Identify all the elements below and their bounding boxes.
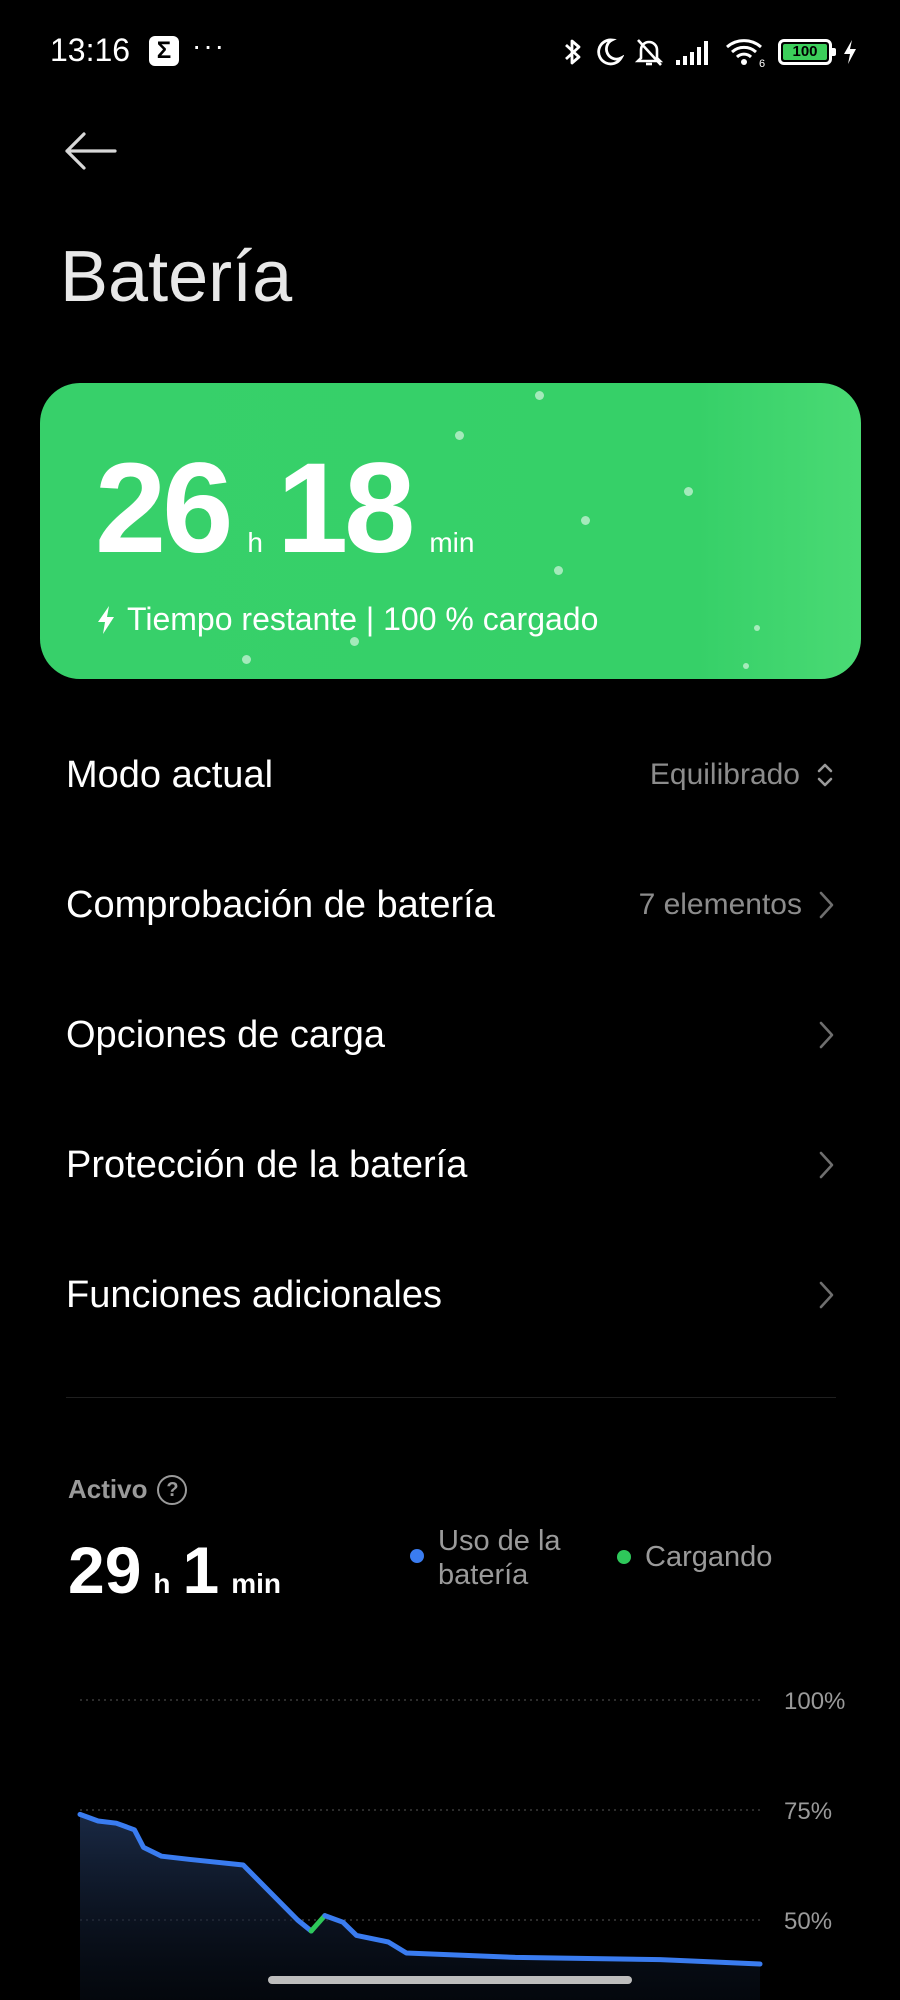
more-notifications-icon: ···: [192, 30, 226, 61]
bluetooth-icon: [565, 39, 581, 65]
battery-usage-chart: 100% 75% 50%: [77, 1688, 845, 2000]
menu-item-charging-options[interactable]: Opciones de carga: [66, 970, 836, 1100]
chevron-right-icon: [819, 891, 834, 919]
legend-label-charging: Cargando: [645, 1541, 773, 1573]
active-label: Activo ?: [68, 1474, 188, 1505]
y-tick-label: 50%: [784, 1908, 832, 1935]
status-icons: 6 100: [562, 30, 858, 74]
chevron-right-icon: [819, 1281, 834, 1309]
legend-label-line1: Uso de la: [438, 1525, 561, 1557]
active-time: 29 h 1 min: [68, 1532, 293, 1608]
menu-item-label: Comprobación de batería: [66, 883, 495, 926]
menu-item-battery-check[interactable]: Comprobación de batería 7 elementos: [66, 840, 836, 970]
active-label-text: Activo: [68, 1474, 148, 1504]
menu-item-label: Opciones de carga: [66, 1013, 385, 1056]
legend-swatch-charging: [617, 1550, 631, 1564]
usage-area: [80, 1814, 760, 2000]
menu-item-label: Modo actual: [66, 753, 274, 796]
remaining-hours: 26: [95, 437, 233, 580]
chevron-right-icon: [819, 1151, 834, 1179]
help-icon[interactable]: ?: [157, 1474, 188, 1505]
battery-check-value: 7 elementos: [638, 888, 802, 921]
settings-menu: Modo actual Equilibrado Comprobación de …: [66, 710, 836, 1360]
remaining-minutes: 18: [276, 437, 415, 580]
section-divider: [66, 1397, 836, 1398]
remaining-subtitle: Tiempo restante | 100 % cargado: [95, 601, 598, 638]
moon-icon: [597, 38, 624, 66]
current-mode-value: Equilibrado: [649, 758, 800, 791]
active-minutes-unit: min: [231, 1568, 282, 1599]
wifi-icon: 6: [726, 39, 765, 68]
lightning-icon: [98, 605, 114, 634]
legend-swatch-battery-usage: [410, 1549, 424, 1563]
notification-app-icon: Σ: [149, 36, 179, 66]
battery-icon: 100: [778, 39, 836, 65]
legend-item-battery-usage: Uso de la batería: [410, 1524, 561, 1592]
remaining-time: 26 h 18 min: [95, 445, 488, 573]
legend-item-charging: Cargando: [617, 1541, 772, 1574]
wifi-label: 6: [759, 58, 765, 68]
charging-bolt-icon: [844, 40, 856, 64]
legend-label-line2: batería: [438, 1559, 529, 1591]
page-title: Batería: [60, 237, 293, 317]
menu-item-current-mode[interactable]: Modo actual Equilibrado: [66, 710, 836, 840]
status-time: 13:16: [50, 32, 131, 68]
y-tick-label: 100%: [784, 1688, 845, 1715]
back-button[interactable]: [62, 128, 128, 174]
remaining-subtitle-text: Tiempo restante | 100 % cargado: [127, 601, 599, 637]
up-down-chevron-icon: [817, 763, 833, 787]
remaining-minutes-unit: min: [429, 527, 475, 558]
active-hours: 29: [68, 1533, 142, 1607]
menu-item-label: Funciones adicionales: [66, 1273, 443, 1316]
active-minutes: 1: [182, 1533, 220, 1607]
menu-item-label: Protección de la batería: [66, 1143, 468, 1186]
menu-item-battery-protection[interactable]: Protección de la batería: [66, 1100, 836, 1230]
back-arrow-icon: [65, 132, 117, 170]
signal-icon: [676, 41, 708, 65]
chevron-right-icon: [819, 1021, 834, 1049]
bell-off-icon: [634, 39, 664, 66]
remaining-time-card: 26 h 18 min Tiempo restante | 100 % carg…: [40, 383, 861, 679]
home-indicator[interactable]: [268, 1976, 632, 1984]
active-hours-unit: h: [153, 1568, 171, 1599]
y-tick-label: 75%: [784, 1798, 832, 1825]
menu-item-additional-features[interactable]: Funciones adicionales: [66, 1230, 836, 1360]
status-bar: 13:16 Σ ··· 6 100: [0, 0, 900, 104]
battery-level: 100: [783, 44, 827, 60]
remaining-hours-unit: h: [247, 527, 263, 558]
